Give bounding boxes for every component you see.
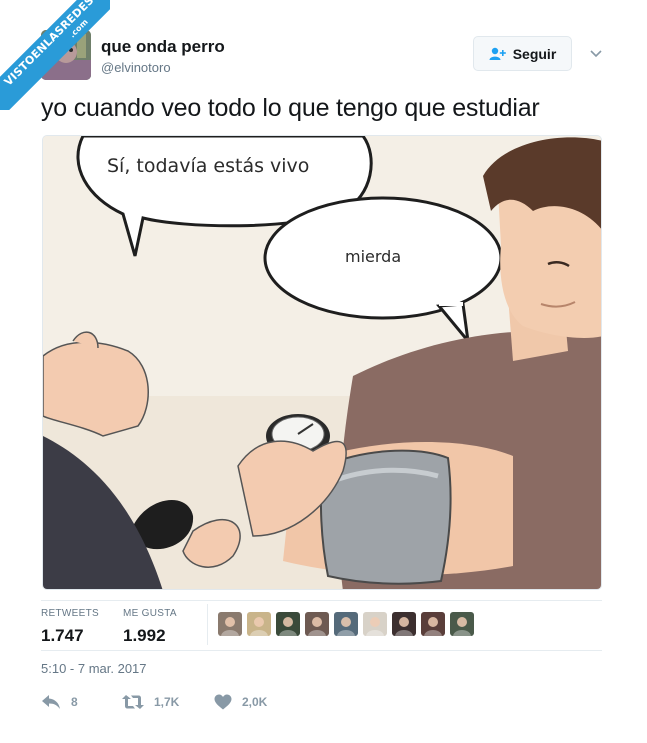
liker-avatar[interactable]	[247, 612, 271, 636]
liker-avatar[interactable]	[305, 612, 329, 636]
retweet-icon	[122, 695, 144, 709]
user-name[interactable]: que onda perro	[101, 37, 225, 57]
follow-label: Seguir	[512, 45, 557, 62]
watermark-text: VISTOENLASREDES	[1, 0, 97, 89]
stats-separator	[207, 604, 208, 645]
chevron-down-icon[interactable]	[589, 46, 603, 60]
tweet-timestamp[interactable]: 5:10 - 7 mar. 2017	[41, 661, 147, 676]
watermark-ribbon: VISTOENLASREDES .com	[0, 0, 110, 110]
tweet-text: yo cuando veo todo lo que tengo que estu…	[41, 94, 540, 122]
liker-avatar[interactable]	[392, 612, 416, 636]
like-button[interactable]: 2,0K	[214, 694, 267, 710]
reply-button[interactable]: 8	[41, 694, 122, 710]
follow-button[interactable]: Seguir	[473, 36, 572, 71]
liker-avatar[interactable]	[450, 612, 474, 636]
retweets-stat[interactable]: RETWEETS 1.747	[41, 608, 99, 646]
retweet-button[interactable]: 1,7K	[122, 694, 214, 710]
tweet-media-image[interactable]: Sí, todavía estás vivo mierda	[42, 135, 602, 590]
watermark-domain: .com	[67, 17, 90, 40]
reply-icon	[42, 695, 60, 709]
like-count: 2,0K	[242, 695, 268, 709]
retweets-label: RETWEETS	[41, 608, 99, 619]
likes-stat[interactable]: ME GUSTA 1.992	[123, 608, 177, 646]
bubble-text-mierda: mierda	[345, 247, 401, 266]
divider	[41, 600, 602, 601]
liker-avatar[interactable]	[363, 612, 387, 636]
user-handle[interactable]: @elvinotoro	[101, 60, 171, 75]
liker-avatar[interactable]	[421, 612, 445, 636]
tweet-card: VISTOENLASREDES .com que onda perro @elv…	[0, 0, 647, 743]
reply-count: 8	[71, 695, 78, 709]
tweet-actions: 8 1,7K 2,0K	[41, 694, 267, 710]
likes-label: ME GUSTA	[123, 608, 177, 619]
liker-avatar[interactable]	[334, 612, 358, 636]
liker-avatars	[218, 612, 474, 636]
liker-avatar[interactable]	[218, 612, 242, 636]
liker-avatar[interactable]	[276, 612, 300, 636]
heart-icon	[214, 694, 232, 710]
retweet-count: 1,7K	[154, 695, 180, 709]
retweets-count: 1.747	[41, 626, 84, 645]
add-user-icon	[489, 47, 506, 60]
divider	[41, 650, 602, 651]
likes-count: 1.992	[123, 626, 166, 645]
bubble-text-alive: Sí, todavía estás vivo	[107, 155, 309, 177]
